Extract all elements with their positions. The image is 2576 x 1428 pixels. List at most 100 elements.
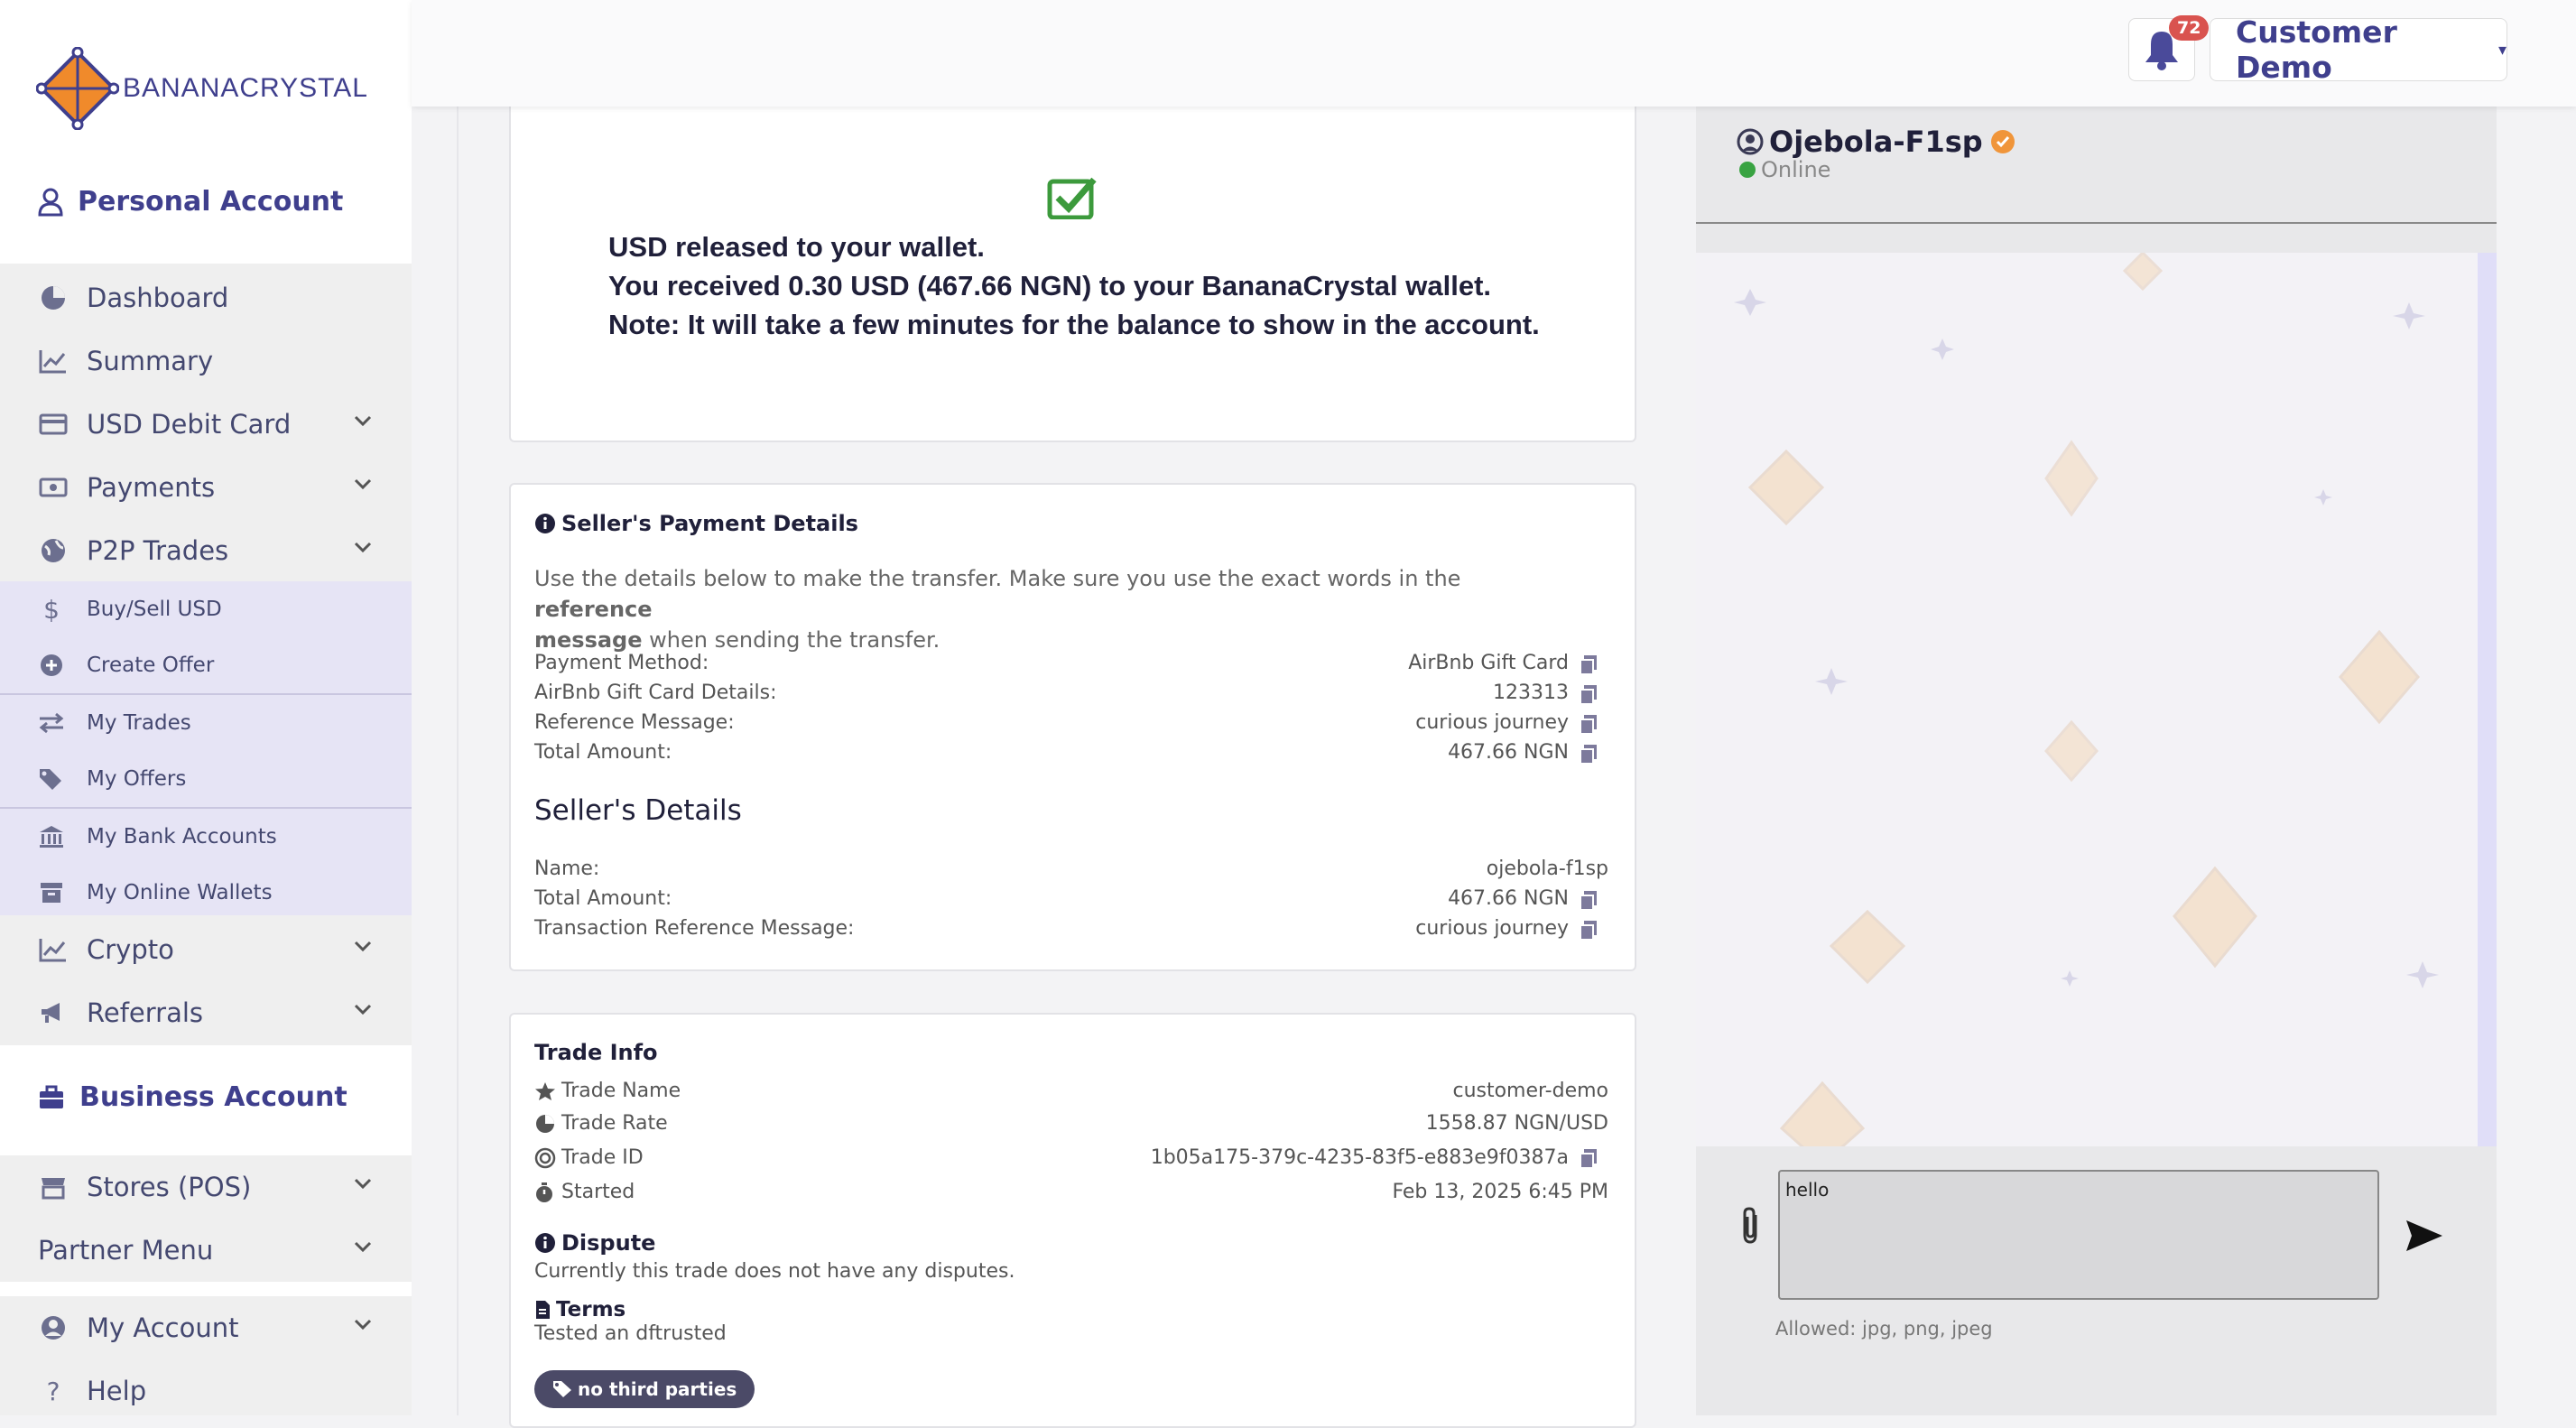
sidebar-item-crypto[interactable]: Crypto bbox=[0, 918, 412, 981]
chat-scrollbar[interactable] bbox=[2478, 253, 2497, 1146]
dispute-heading: Dispute bbox=[534, 1230, 655, 1256]
pie-chart-icon bbox=[536, 1114, 554, 1133]
seller-details-title: Seller's Details bbox=[534, 794, 742, 827]
business-account-label: Business Account bbox=[79, 1081, 347, 1113]
payment-instructions: Use the details below to make the transf… bbox=[534, 563, 1563, 655]
user-name: Customer Demo bbox=[2236, 14, 2397, 85]
sidebar-item-label: My Bank Accounts bbox=[87, 825, 277, 848]
sidebar-item-summary[interactable]: Summary bbox=[0, 329, 412, 393]
online-dot-icon bbox=[1739, 162, 1756, 178]
personal-account-heading[interactable]: Personal Account bbox=[38, 186, 343, 218]
user-outline-icon bbox=[38, 188, 63, 216]
payment-details-title: Seller's Payment Details bbox=[534, 511, 858, 536]
sidebar-item-my-offers[interactable]: My Offers bbox=[0, 751, 412, 807]
copy-icon[interactable] bbox=[1579, 889, 1598, 911]
sidebar-item-my-online-wallets[interactable]: My Online Wallets bbox=[0, 865, 412, 921]
personal-account-label: Personal Account bbox=[78, 186, 344, 218]
chat-messages-area[interactable] bbox=[1696, 253, 2486, 1146]
send-icon[interactable] bbox=[2405, 1219, 2444, 1253]
copy-icon[interactable] bbox=[1579, 683, 1598, 705]
sidebar-item-my-trades[interactable]: My Trades bbox=[0, 695, 412, 751]
chevron-down-icon bbox=[354, 1319, 372, 1331]
tag-icon bbox=[553, 1381, 571, 1397]
bullhorn-icon bbox=[38, 997, 69, 1028]
chat-background-pattern-icon bbox=[1734, 253, 2439, 1146]
sidebar-item-help[interactable]: ? Help bbox=[0, 1359, 412, 1415]
seller-name-label: Name: bbox=[534, 858, 600, 880]
sidebar-item-label: Help bbox=[87, 1376, 147, 1406]
sidebar-item-partner-menu[interactable]: Partner Menu bbox=[0, 1219, 412, 1282]
personal-nav: Dashboard Summary USD Debit Card Payment… bbox=[0, 264, 412, 1045]
notifications-button[interactable]: 72 bbox=[2128, 15, 2210, 81]
plus-circle-icon bbox=[38, 652, 65, 679]
sidebar-item-label: My Account bbox=[87, 1312, 239, 1343]
bank-icon bbox=[38, 823, 65, 850]
business-account-heading[interactable]: Business Account bbox=[38, 1081, 347, 1113]
content-gutter bbox=[412, 107, 459, 1415]
sidebar-item-stores-pos[interactable]: Stores (POS) bbox=[0, 1155, 412, 1219]
sidebar-item-label: Payments bbox=[87, 472, 216, 503]
chat-panel: Ojebola-F1sp Online hello Allowed: jpg, … bbox=[1696, 107, 2497, 1415]
terms-tag-text: no third parties bbox=[578, 1378, 737, 1400]
release-card bbox=[509, 90, 1636, 442]
sidebar-item-label: My Trades bbox=[87, 711, 191, 735]
verified-badge-icon bbox=[1990, 130, 2015, 153]
brand-name: BANANACRYSTAL bbox=[123, 73, 368, 103]
sidebar-item-payments[interactable]: Payments bbox=[0, 456, 412, 519]
intro-bold: message bbox=[534, 627, 643, 653]
allowed-file-types: Allowed: jpg, png, jpeg bbox=[1775, 1318, 1993, 1340]
sidebar-item-p2p-trades[interactable]: P2P Trades bbox=[0, 519, 412, 582]
chevron-down-icon bbox=[354, 941, 372, 952]
trade-name-label-text: Trade Name bbox=[561, 1080, 681, 1102]
chat-header: Ojebola-F1sp Online bbox=[1696, 107, 2497, 224]
briefcase-icon bbox=[40, 1085, 63, 1108]
sidebar-item-my-bank-accounts[interactable]: My Bank Accounts bbox=[0, 809, 412, 865]
copy-icon[interactable] bbox=[1579, 1147, 1598, 1169]
tags-icon bbox=[38, 765, 65, 793]
copy-icon[interactable] bbox=[1579, 713, 1598, 735]
store-icon bbox=[38, 1172, 69, 1202]
intro-bold: reference bbox=[534, 597, 653, 622]
user-menu-button[interactable]: Customer Demo ▾ bbox=[2210, 14, 2507, 85]
dispute-title: Dispute bbox=[561, 1230, 656, 1256]
intro-text: Use the details below to make the transf… bbox=[534, 566, 1461, 591]
trade-name-label: Trade Name bbox=[534, 1080, 681, 1102]
started-label: Started bbox=[534, 1181, 635, 1203]
paperclip-icon[interactable] bbox=[1739, 1206, 1761, 1246]
sidebar-item-referrals[interactable]: Referrals bbox=[0, 981, 412, 1044]
sidebar-item-my-account[interactable]: My Account bbox=[0, 1296, 412, 1359]
line-chart-icon bbox=[38, 346, 69, 376]
seller-total-value: 467.66 NGN bbox=[1448, 887, 1569, 910]
star-icon bbox=[535, 1081, 555, 1100]
copy-icon[interactable] bbox=[1579, 743, 1598, 765]
terms-tag: no third parties bbox=[534, 1370, 755, 1408]
total-amount-value: 467.66 NGN bbox=[1448, 741, 1569, 764]
started-label-text: Started bbox=[561, 1181, 635, 1203]
dispute-text: Currently this trade does not have any d… bbox=[534, 1260, 1015, 1283]
trade-rate-value: 1558.87 NGN/USD bbox=[1425, 1112, 1608, 1135]
trade-info-title: Trade Info bbox=[534, 1040, 658, 1065]
sidebar-item-label: Crypto bbox=[87, 934, 174, 965]
sidebar-item-create-offer[interactable]: Create Offer bbox=[0, 637, 412, 693]
chat-message-input[interactable]: hello bbox=[1778, 1170, 2379, 1300]
sidebar-item-label: My Online Wallets bbox=[87, 881, 273, 904]
target-icon bbox=[534, 1147, 556, 1168]
info-icon bbox=[535, 514, 555, 533]
total-amount-label: Total Amount: bbox=[534, 741, 672, 764]
sidebar-item-buy-sell-usd[interactable]: $ Buy/Sell USD bbox=[0, 581, 412, 637]
copy-icon[interactable] bbox=[1579, 919, 1598, 941]
chevron-down-icon bbox=[354, 542, 372, 553]
sidebar-item-label: Dashboard bbox=[87, 283, 229, 313]
dollar-icon: $ bbox=[43, 594, 60, 625]
chevron-down-icon bbox=[354, 415, 372, 427]
trade-rate-label-text: Trade Rate bbox=[561, 1112, 668, 1135]
payment-details-title-text: Seller's Payment Details bbox=[561, 511, 858, 536]
seller-name-value: ojebola-f1sp bbox=[1486, 858, 1608, 880]
reference-message-value: curious journey bbox=[1415, 711, 1569, 734]
user-circle-icon bbox=[1737, 128, 1764, 155]
archive-icon bbox=[38, 879, 65, 906]
brand-logo[interactable]: BANANACRYSTAL bbox=[36, 45, 368, 132]
sidebar-item-dashboard[interactable]: Dashboard bbox=[0, 266, 412, 329]
sidebar-item-usd-debit-card[interactable]: USD Debit Card bbox=[0, 393, 412, 456]
copy-icon[interactable] bbox=[1579, 654, 1598, 675]
